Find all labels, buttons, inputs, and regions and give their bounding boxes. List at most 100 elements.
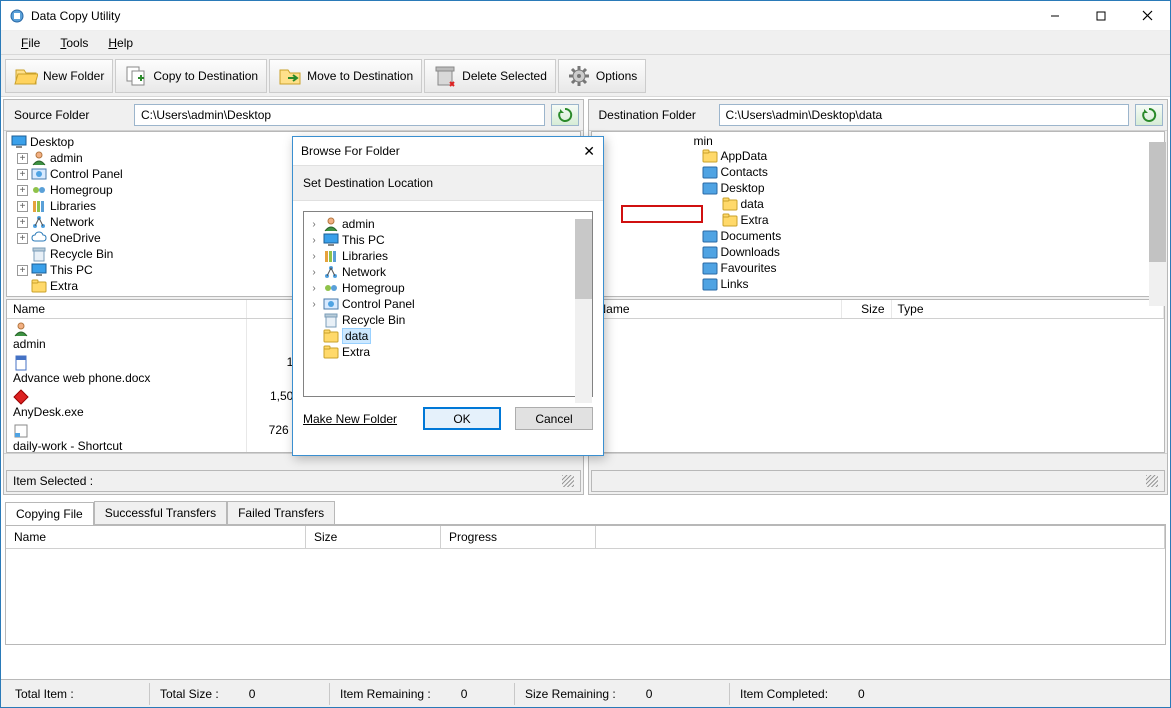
destination-list[interactable]: Name Size Type xyxy=(591,299,1166,453)
chevron-right-icon[interactable]: › xyxy=(308,299,320,310)
tree-item[interactable]: Homegroup xyxy=(342,281,405,295)
expand-icon[interactable]: + xyxy=(17,201,28,212)
col-type[interactable]: Type xyxy=(892,300,1165,318)
tree-item[interactable]: Recycle Bin xyxy=(342,313,405,327)
destination-path-input[interactable] xyxy=(719,104,1130,126)
tree-item[interactable]: Links xyxy=(721,277,749,291)
tree-item[interactable]: Network xyxy=(342,265,386,279)
folder-icon xyxy=(323,344,339,360)
tree-item[interactable]: admin xyxy=(342,217,375,231)
expand-icon[interactable]: + xyxy=(17,185,28,196)
col-size[interactable]: Size xyxy=(306,526,441,548)
destination-refresh-button[interactable] xyxy=(1135,104,1163,126)
copy-to-destination-button[interactable]: Copy to Destination xyxy=(115,59,267,93)
new-folder-button[interactable]: New Folder xyxy=(5,59,113,93)
col-name[interactable]: Name xyxy=(7,300,247,318)
tree-item[interactable]: OneDrive xyxy=(50,231,101,245)
ok-button[interactable]: OK xyxy=(423,407,501,430)
move-to-destination-button[interactable]: Move to Destination xyxy=(269,59,422,93)
move-dest-label: Move to Destination xyxy=(307,69,413,83)
window-title: Data Copy Utility xyxy=(31,9,1032,23)
v-scrollbar[interactable] xyxy=(1149,142,1166,306)
monitor-icon xyxy=(11,134,27,150)
homegroup-icon xyxy=(31,182,47,198)
tree-item[interactable]: admin xyxy=(50,151,83,165)
resize-grip[interactable] xyxy=(1146,475,1158,487)
toolbar: New Folder Copy to Destination Move to D… xyxy=(1,55,1170,97)
chevron-right-icon[interactable]: › xyxy=(308,251,320,262)
tab-failed[interactable]: Failed Transfers xyxy=(227,501,335,524)
tree-item[interactable]: Homegroup xyxy=(50,183,113,197)
tree-item[interactable]: Desktop xyxy=(721,181,765,195)
dialog-folder-tree[interactable]: › admin › This PC › Libraries › Network › Hom… xyxy=(303,211,593,397)
col-progress[interactable]: Progress xyxy=(441,526,596,548)
gear-icon xyxy=(567,64,591,88)
chevron-right-icon[interactable]: › xyxy=(308,219,320,230)
expand-icon[interactable]: + xyxy=(17,265,28,276)
col-name[interactable]: Name xyxy=(6,526,306,548)
resize-grip[interactable] xyxy=(562,475,574,487)
chevron-right-icon[interactable]: › xyxy=(308,235,320,246)
col-name[interactable]: Name xyxy=(592,300,842,318)
menu-tools[interactable]: Tools xyxy=(52,34,96,52)
close-button[interactable] xyxy=(1124,1,1170,31)
tree-item[interactable]: Extra xyxy=(741,213,769,227)
tree-item[interactable]: Extra xyxy=(342,345,370,359)
dialog-title: Browse For Folder xyxy=(301,144,583,158)
tree-item[interactable]: Contacts xyxy=(721,165,768,179)
browse-folder-dialog: Browse For Folder ✕ Set Destination Loca… xyxy=(292,136,604,456)
menu-file[interactable]: File xyxy=(13,34,48,52)
tree-item[interactable]: Network xyxy=(50,215,94,229)
tree-item[interactable]: Documents xyxy=(721,229,782,243)
tab-successful[interactable]: Successful Transfers xyxy=(94,501,227,524)
tree-item[interactable]: Extra xyxy=(50,279,78,293)
delete-selected-button[interactable]: Delete Selected xyxy=(424,59,556,93)
folder-blue-icon xyxy=(702,180,718,196)
tree-item[interactable]: Libraries xyxy=(342,249,388,263)
folder-blue-icon xyxy=(702,164,718,180)
maximize-button[interactable] xyxy=(1078,1,1124,31)
menu-help[interactable]: Help xyxy=(100,34,141,52)
cancel-button[interactable]: Cancel xyxy=(515,407,593,430)
make-new-folder-button[interactable]: Make New Folder xyxy=(303,407,397,430)
tree-item[interactable]: Control Panel xyxy=(342,297,415,311)
tree-item[interactable]: min xyxy=(694,134,713,148)
tree-item[interactable]: Desktop xyxy=(30,135,74,149)
h-scrollbar[interactable] xyxy=(589,453,1168,470)
folder-blue-icon xyxy=(702,260,718,276)
tree-item[interactable]: This PC xyxy=(50,263,93,277)
source-refresh-button[interactable] xyxy=(551,104,579,126)
tree-item-data[interactable]: data xyxy=(741,197,764,211)
dialog-scrollbar[interactable] xyxy=(575,219,592,403)
source-label: Source Folder xyxy=(8,105,128,125)
options-button[interactable]: Options xyxy=(558,59,646,93)
folder-blue-icon xyxy=(702,276,718,292)
expand-icon[interactable]: + xyxy=(17,169,28,180)
status-total-item-label: Total Item : xyxy=(15,687,74,701)
dialog-close-button[interactable]: ✕ xyxy=(583,143,595,160)
tree-item[interactable]: This PC xyxy=(342,233,385,247)
tree-item-selected[interactable]: data xyxy=(342,328,371,344)
col-size[interactable]: Size xyxy=(842,300,892,318)
expand-icon[interactable]: + xyxy=(17,233,28,244)
folder-blue-icon xyxy=(702,228,718,244)
tree-item[interactable]: Libraries xyxy=(50,199,96,213)
minimize-button[interactable] xyxy=(1032,1,1078,31)
transfer-table: Name Size Progress xyxy=(5,525,1166,645)
source-path-input[interactable] xyxy=(134,104,545,126)
tree-item[interactable]: Favourites xyxy=(721,261,777,275)
chevron-right-icon[interactable]: › xyxy=(308,283,320,294)
tab-copying[interactable]: Copying File xyxy=(5,502,94,525)
expand-icon[interactable]: + xyxy=(17,217,28,228)
tree-item[interactable]: Recycle Bin xyxy=(50,247,113,261)
transfer-tabs: Copying File Successful Transfers Failed… xyxy=(5,501,1166,525)
trash-icon xyxy=(433,64,457,88)
tree-item[interactable]: AppData xyxy=(721,149,768,163)
status-size-rem-value: 0 xyxy=(646,687,653,701)
cloud-icon xyxy=(31,230,47,246)
expand-icon[interactable]: + xyxy=(17,153,28,164)
chevron-right-icon[interactable]: › xyxy=(308,267,320,278)
tree-item[interactable]: Downloads xyxy=(721,245,780,259)
tree-item[interactable]: Control Panel xyxy=(50,167,123,181)
col-rest[interactable] xyxy=(596,526,1165,548)
